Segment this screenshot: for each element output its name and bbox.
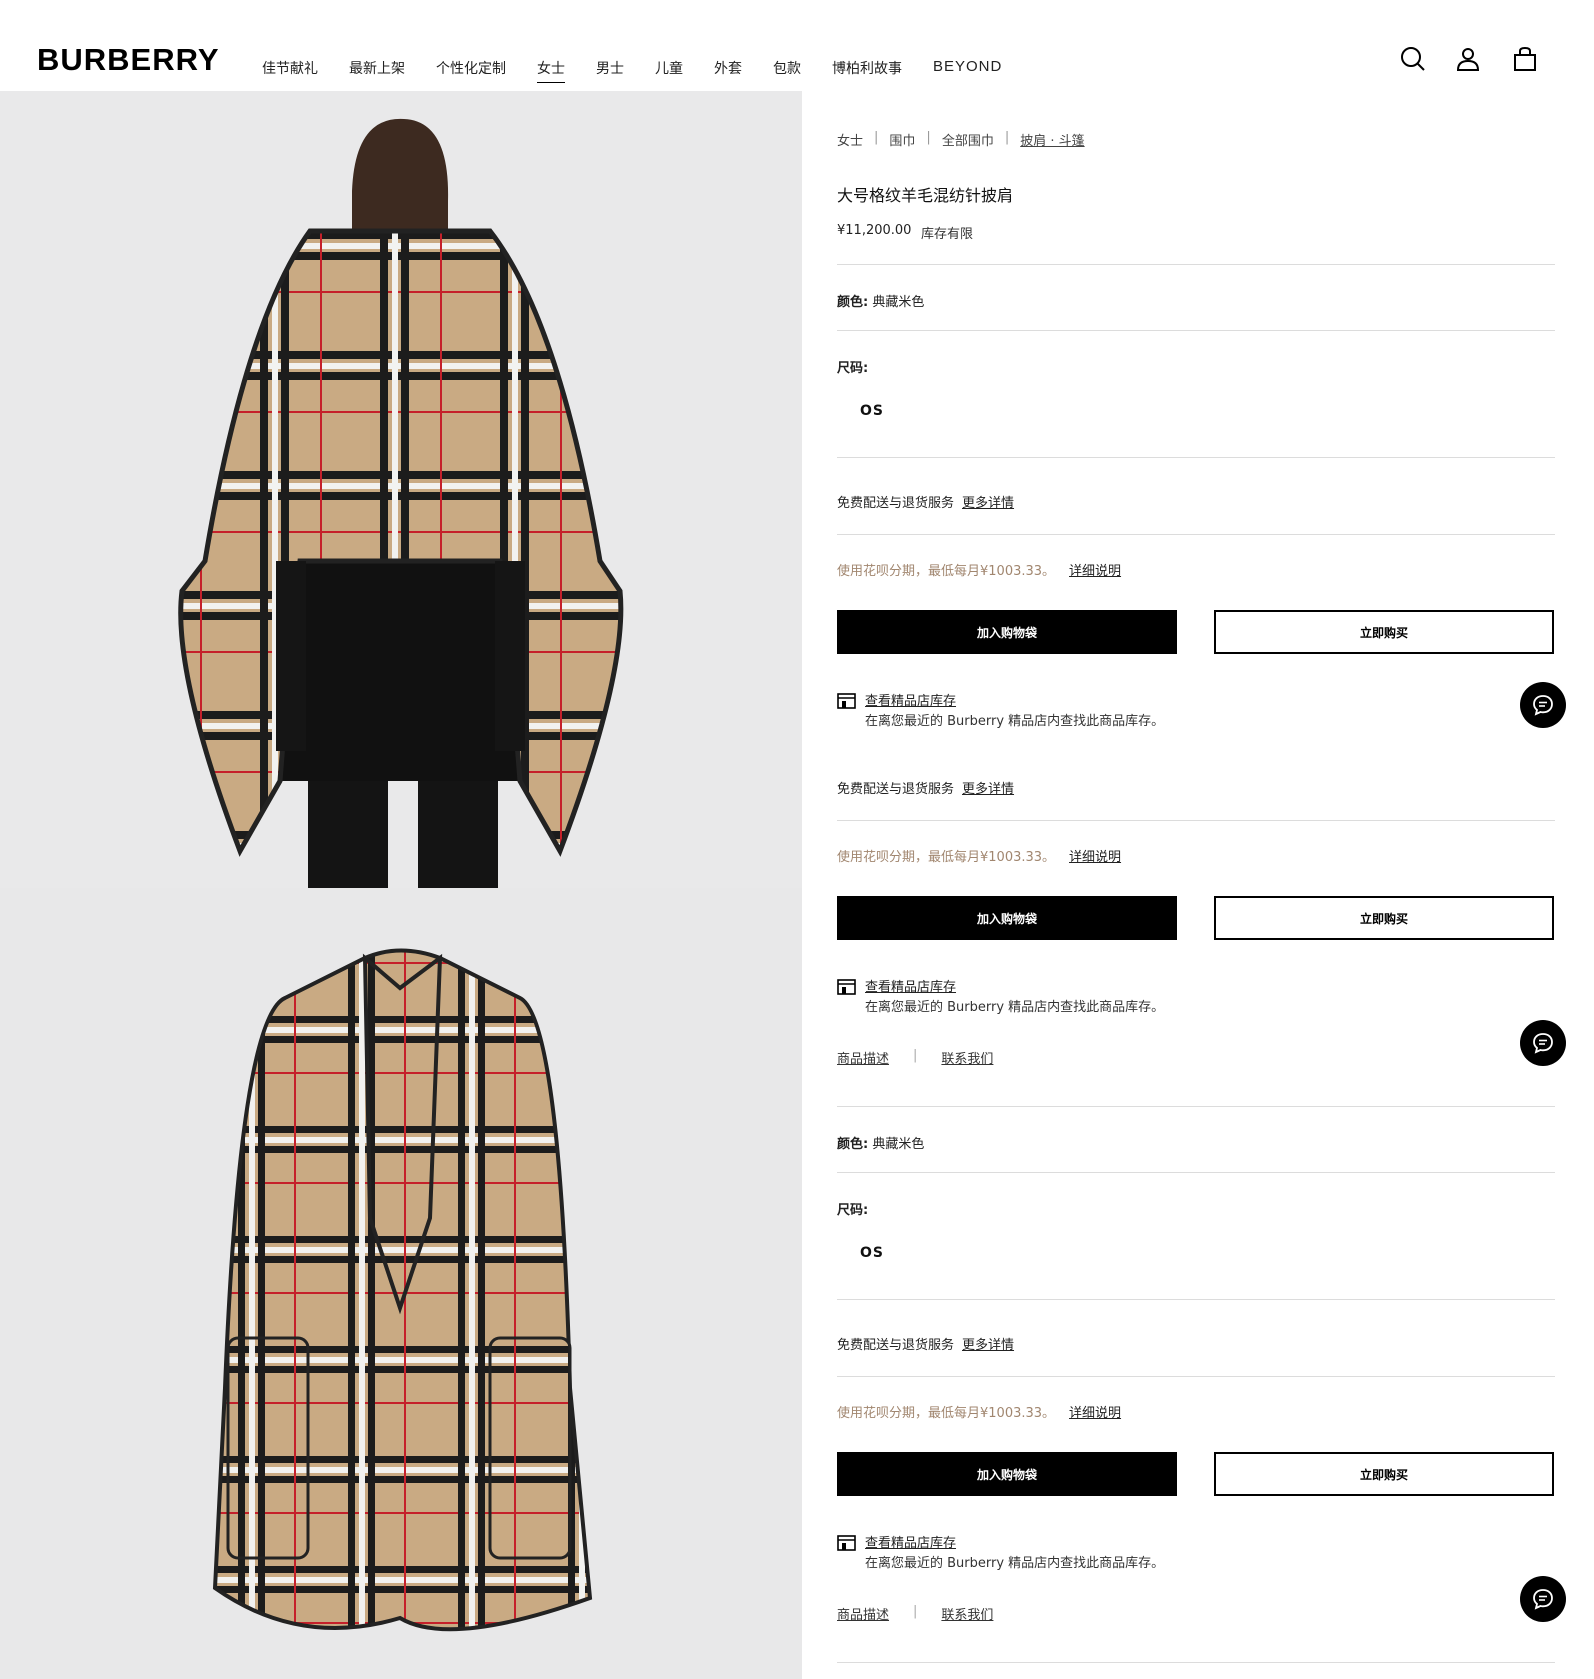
- chat-button[interactable]: [1520, 682, 1566, 728]
- nav-item-gifts[interactable]: 佳节献礼: [262, 58, 318, 83]
- nav-item-men[interactable]: 男士: [596, 58, 624, 83]
- shipping-row: 免费配送与退货服务 更多详情: [837, 778, 1014, 797]
- size-option-os[interactable]: OS: [860, 1245, 884, 1261]
- breadcrumb-all-scarves[interactable]: 全部围巾: [942, 130, 994, 149]
- shipping-row: 免费配送与退货服务 更多详情: [837, 492, 1014, 511]
- link-separator: |: [913, 1604, 918, 1619]
- product-details-panel: 女士 | 围巾 | 全部围巾 | 披肩 · 斗篷 大号格纹羊毛混纺针披肩 ¥11…: [837, 0, 1555, 1679]
- shipping-row: 免费配送与退货服务 更多详情: [837, 1334, 1014, 1353]
- product-description-link[interactable]: 商品描述: [837, 1048, 889, 1067]
- chat-button[interactable]: [1520, 1020, 1566, 1066]
- breadcrumb-capes[interactable]: 披肩 · 斗篷: [1020, 130, 1084, 149]
- product-image-front: [0, 888, 802, 1679]
- shipping-details-link[interactable]: 更多详情: [962, 1338, 1014, 1353]
- installment-row: 使用花呗分期，最低每月¥1003.33。 详细说明: [837, 560, 1121, 579]
- buy-now-button[interactable]: 立即购买: [1214, 610, 1554, 654]
- add-to-bag-button[interactable]: 加入购物袋: [837, 1452, 1177, 1496]
- color-row: 颜色: 典藏米色: [837, 291, 924, 310]
- shipping-details-link[interactable]: 更多详情: [962, 496, 1014, 511]
- nav-item-personalisation[interactable]: 个性化定制: [436, 58, 506, 83]
- breadcrumb-separator: |: [1004, 130, 1010, 145]
- chat-bubble-icon: [1533, 1589, 1553, 1610]
- installment-details-link[interactable]: 详细说明: [1069, 850, 1121, 865]
- color-value: 典藏米色: [872, 295, 925, 310]
- breadcrumb-separator: |: [926, 130, 931, 145]
- contact-us-link[interactable]: 联系我们: [941, 1048, 993, 1067]
- product-price: ¥11,200.00: [837, 223, 912, 238]
- divider: [837, 1299, 1555, 1300]
- stock-status: 库存有限: [921, 227, 974, 242]
- add-to-bag-button[interactable]: 加入购物袋: [837, 896, 1177, 940]
- store-stock-desc: 在离您最近的 Burberry 精品店内查找此商品库存。: [865, 714, 1165, 729]
- installment-text: 使用花呗分期，最低每月¥1003.33。: [837, 564, 1056, 579]
- size-label: 尺码:: [837, 1203, 869, 1218]
- product-description-link[interactable]: 商品描述: [837, 1604, 889, 1623]
- installment-text: 使用花呗分期，最低每月¥1003.33。: [837, 850, 1056, 865]
- installment-text: 使用花呗分期，最低每月¥1003.33。: [837, 1406, 1056, 1421]
- info-links: 商品描述 | 联系我们: [837, 1048, 993, 1067]
- nav-item-outerwear[interactable]: 外套: [714, 58, 742, 83]
- nav-item-new-in[interactable]: 最新上架: [349, 58, 405, 83]
- breadcrumb: 女士 | 围巾 | 全部围巾 | 披肩 · 斗篷: [837, 130, 1085, 149]
- store-icon: [837, 979, 856, 995]
- size-label-row: 尺码:: [837, 357, 868, 376]
- divider: [837, 820, 1555, 821]
- divider: [837, 1106, 1555, 1107]
- product-image-back: [0, 91, 802, 888]
- installment-row: 使用花呗分期，最低每月¥1003.33。 详细说明: [837, 1402, 1121, 1421]
- divider: [837, 457, 1555, 458]
- store-icon: [837, 693, 856, 709]
- shipping-text: 免费配送与退货服务: [837, 782, 955, 797]
- color-label: 颜色:: [837, 295, 869, 310]
- store-stock-link[interactable]: 查看精品店库存: [865, 690, 956, 709]
- chat-bubble-icon: [1533, 1033, 1553, 1054]
- store-stock-desc: 在离您最近的 Burberry 精品店内查找此商品库存。: [865, 1556, 1165, 1571]
- brand-logo[interactable]: BURBERRY: [37, 42, 220, 78]
- shipping-details-link[interactable]: 更多详情: [962, 782, 1014, 797]
- buy-now-button[interactable]: 立即购买: [1214, 896, 1554, 940]
- buy-now-button[interactable]: 立即购买: [1214, 1452, 1554, 1496]
- store-stock-link[interactable]: 查看精品店库存: [865, 976, 956, 995]
- shipping-text: 免费配送与退货服务: [837, 496, 955, 511]
- divider: [837, 534, 1555, 535]
- nav-item-women[interactable]: 女士: [537, 58, 565, 83]
- chat-button[interactable]: [1520, 1576, 1566, 1622]
- info-links: 商品描述 | 联系我们: [837, 1604, 993, 1623]
- store-icon: [837, 1535, 856, 1551]
- size-label-row: 尺码:: [837, 1199, 868, 1218]
- installment-details-link[interactable]: 详细说明: [1069, 1406, 1121, 1421]
- size-label: 尺码:: [837, 361, 869, 376]
- store-stock-link[interactable]: 查看精品店库存: [865, 1532, 956, 1551]
- installment-row: 使用花呗分期，最低每月¥1003.33。 详细说明: [837, 846, 1121, 865]
- breadcrumb-separator: |: [874, 130, 879, 145]
- nav-item-children[interactable]: 儿童: [655, 58, 683, 83]
- breadcrumb-women[interactable]: 女士: [837, 130, 863, 149]
- breadcrumb-scarves[interactable]: 围巾: [889, 130, 915, 149]
- contact-us-link[interactable]: 联系我们: [941, 1604, 993, 1623]
- color-row: 颜色: 典藏米色: [837, 1133, 924, 1152]
- color-label: 颜色:: [837, 1137, 869, 1152]
- chat-bubble-icon: [1533, 695, 1553, 716]
- nav-item-bags[interactable]: 包款: [773, 58, 801, 83]
- link-separator: |: [913, 1048, 918, 1063]
- product-title: 大号格纹羊毛混纺针披肩: [837, 186, 1014, 205]
- add-to-bag-button[interactable]: 加入购物袋: [837, 610, 1177, 654]
- installment-details-link[interactable]: 详细说明: [1069, 564, 1121, 579]
- divider: [837, 1662, 1555, 1663]
- store-stock-desc: 在离您最近的 Burberry 精品店内查找此商品库存。: [865, 1000, 1165, 1015]
- divider: [837, 330, 1555, 331]
- shipping-text: 免费配送与退货服务: [837, 1338, 955, 1353]
- color-value: 典藏米色: [872, 1137, 925, 1152]
- divider: [837, 1376, 1555, 1377]
- size-option-os[interactable]: OS: [860, 403, 884, 419]
- divider: [837, 264, 1555, 265]
- divider: [837, 1172, 1555, 1173]
